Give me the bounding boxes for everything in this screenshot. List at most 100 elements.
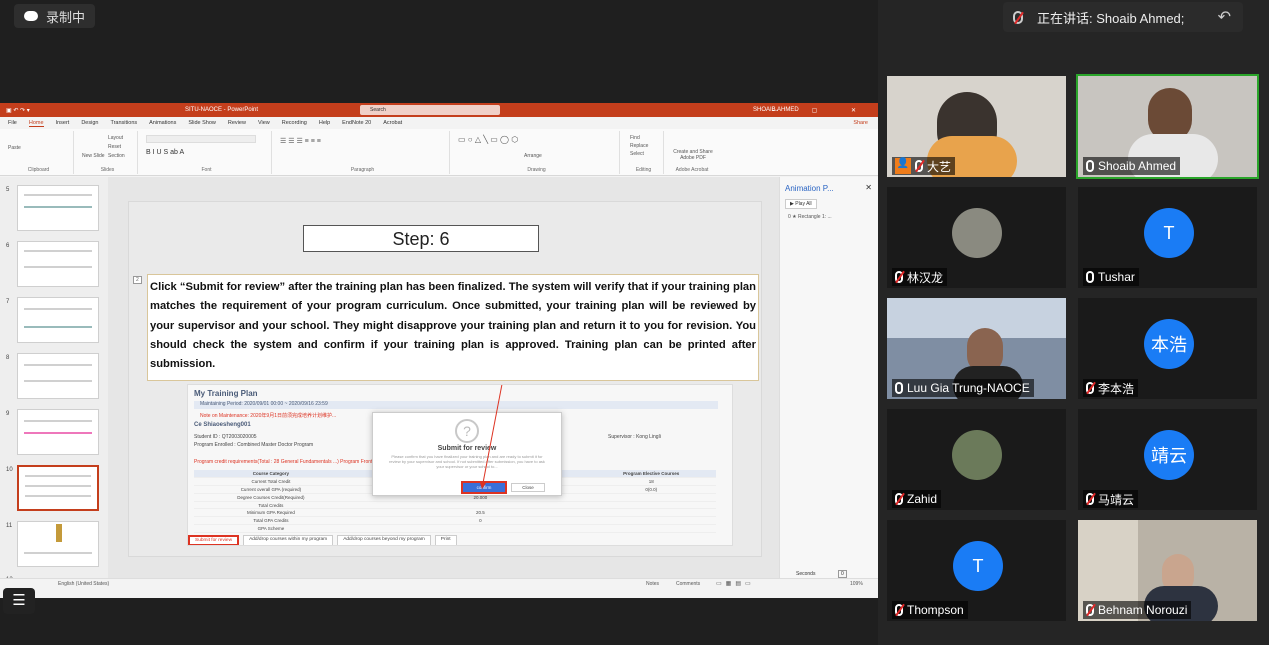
participant-name: Thompson: [907, 603, 964, 617]
slide-thumbnail[interactable]: [17, 297, 99, 343]
active-speaker-bar: 正在讲话: Shoaib Ahmed; ↶: [1003, 2, 1243, 32]
participant-tile[interactable]: Zahid: [887, 409, 1066, 510]
view-buttons[interactable]: ▭▦▤▭: [716, 580, 755, 587]
menu-view[interactable]: View: [258, 120, 270, 126]
ribbon-group-label: Paragraph: [350, 167, 375, 173]
layout-button[interactable]: Layout: [108, 135, 123, 141]
ppt-window-title: SITU-NAOCE - PowerPoint: [185, 107, 259, 113]
avatar: [952, 430, 1002, 480]
slide-thumbnail-selected[interactable]: [17, 465, 99, 511]
menu-insert[interactable]: Insert: [56, 120, 70, 126]
ppt-workspace: 5 6 7 8 9 10 11 12 Step: 6 2 Click “Subm…: [0, 177, 878, 588]
zoom-level[interactable]: 109%: [850, 581, 863, 587]
slide-thumbnail[interactable]: [17, 185, 99, 231]
menu-design[interactable]: Design: [81, 120, 98, 126]
section-button[interactable]: Section: [108, 153, 125, 159]
participant-name: 马靖云: [1098, 492, 1135, 507]
menu-review[interactable]: Review: [228, 120, 246, 126]
participant-name: Zahid: [907, 492, 938, 506]
window-controls[interactable]: — ▢ ✕: [772, 107, 872, 114]
menu-transitions[interactable]: Transitions: [110, 120, 137, 126]
animation-pane-close-icon[interactable]: ✕: [865, 183, 872, 192]
select-button[interactable]: Select: [630, 151, 644, 157]
arrange-button[interactable]: Arrange: [524, 153, 542, 159]
ppt-search-box[interactable]: Search: [360, 105, 500, 115]
adobe-pdf-button[interactable]: Create and Share Adobe PDF: [670, 149, 716, 161]
mic-on-icon: [1086, 271, 1094, 283]
thumb-number: 10: [6, 467, 13, 473]
reset-button[interactable]: Reset: [108, 144, 121, 150]
slide-thumbnail[interactable]: [17, 241, 99, 287]
avatar: T: [1144, 208, 1194, 258]
mic-muted-icon: [1013, 10, 1023, 24]
timeline-value[interactable]: 0: [838, 570, 847, 578]
slide-thumbnail[interactable]: [17, 521, 99, 567]
font-style-buttons[interactable]: B I U S ab A: [146, 149, 184, 156]
slide-canvas[interactable]: Step: 6 2 Click “Submit for review” afte…: [128, 201, 762, 557]
participant-name: Tushar: [1098, 270, 1135, 284]
font-controls[interactable]: [146, 135, 256, 143]
participant-tile[interactable]: Luu Gia Trung-NAOCE: [887, 298, 1066, 399]
list-menu-icon[interactable]: ☰: [3, 588, 35, 614]
share-button[interactable]: Share: [853, 120, 868, 126]
ribbon: Paste Clipboard New Slide Layout Reset S…: [0, 129, 878, 176]
mic-muted-icon: [915, 160, 923, 172]
participant-tile[interactable]: T Tushar: [1078, 187, 1257, 288]
menu-file[interactable]: File: [8, 120, 17, 126]
play-all-button[interactable]: ▶ Play All: [785, 199, 817, 209]
ppt-menu-bar: File Home Insert Design Transitions Anim…: [0, 117, 878, 129]
slide-thumbnail-pane[interactable]: 5 6 7 8 9 10 11 12: [0, 177, 108, 588]
paragraph-buttons[interactable]: ☰ ☰ ☰ ≡ ≡ ≡: [280, 137, 321, 145]
participant-tile[interactable]: 林汉龙: [887, 187, 1066, 288]
animation-pane-title: Animation P...: [785, 184, 834, 193]
quick-access-icons[interactable]: ▣ ↶ ↷ ▾: [6, 107, 30, 114]
ribbon-group-acrobat: Create and Share Adobe PDF Adobe Acrobat: [668, 131, 716, 174]
recording-indicator[interactable]: 录制中: [14, 4, 96, 28]
mic-muted-icon: [1086, 493, 1094, 505]
shapes-gallery[interactable]: ▭ ○ △ ╲ ▭ ◯ ⬡: [458, 135, 518, 144]
comments-button[interactable]: Comments: [676, 581, 700, 587]
participant-tile[interactable]: T Thompson: [887, 520, 1066, 621]
ribbon-group-label: Slides: [100, 167, 115, 173]
find-button[interactable]: Find: [630, 135, 640, 141]
speaker-back-icon[interactable]: ↶: [1218, 7, 1231, 27]
participant-name: Behnam Norouzi: [1098, 603, 1188, 617]
menu-recording[interactable]: Recording: [282, 120, 307, 126]
avatar: 本浩: [1144, 319, 1194, 369]
new-slide-button[interactable]: New Slide: [82, 153, 105, 159]
slide-thumbnail[interactable]: [17, 353, 99, 399]
participant-tile[interactable]: 靖云 马靖云: [1078, 409, 1257, 510]
ribbon-group-paragraph: ☰ ☰ ☰ ≡ ≡ ≡ Paragraph: [276, 131, 450, 174]
participant-name-tag: Tushar: [1083, 268, 1139, 286]
participant-name-tag: 林汉龙: [892, 268, 948, 286]
thumb-number: 9: [6, 411, 10, 417]
participant-name: 李本浩: [1098, 381, 1135, 396]
menu-acrobat[interactable]: Acrobat: [383, 120, 402, 126]
participant-tile[interactable]: 👤 大艺: [887, 76, 1066, 177]
slide-thumbnail[interactable]: [17, 409, 99, 455]
replace-button[interactable]: Replace: [630, 143, 648, 149]
participant-tile[interactable]: 本浩 李本浩: [1078, 298, 1257, 399]
avatar: [952, 208, 1002, 258]
ribbon-group-editing: Find Replace Select Editing: [624, 131, 664, 174]
menu-animations[interactable]: Animations: [149, 120, 176, 126]
paste-button[interactable]: Paste: [8, 145, 21, 151]
participant-tile-active[interactable]: Shoaib Ahmed: [1076, 74, 1259, 179]
menu-home[interactable]: Home: [28, 120, 44, 127]
participant-tile[interactable]: Behnam Norouzi: [1078, 520, 1257, 621]
menu-slide-show[interactable]: Slide Show: [188, 120, 216, 126]
avatar: T: [953, 541, 1003, 591]
participant-name: Luu Gia Trung-NAOCE: [907, 381, 1030, 395]
thumb-number: 6: [6, 243, 10, 249]
notes-button[interactable]: Notes: [646, 581, 659, 587]
participant-name: Shoaib Ahmed: [1098, 159, 1177, 173]
ribbon-group-font: B I U S ab A Font: [142, 131, 272, 174]
thumb-number: 7: [6, 299, 10, 305]
seconds-label[interactable]: Seconds: [796, 571, 815, 577]
animation-item[interactable]: 0 ★ Rectangle 1: ...: [788, 214, 832, 220]
ribbon-group-label: Clipboard: [27, 167, 50, 173]
menu-help[interactable]: Help: [319, 120, 330, 126]
thumb-number: 8: [6, 355, 10, 361]
language-label[interactable]: English (United States): [58, 581, 109, 587]
menu-endnote[interactable]: EndNote 20: [342, 120, 371, 126]
